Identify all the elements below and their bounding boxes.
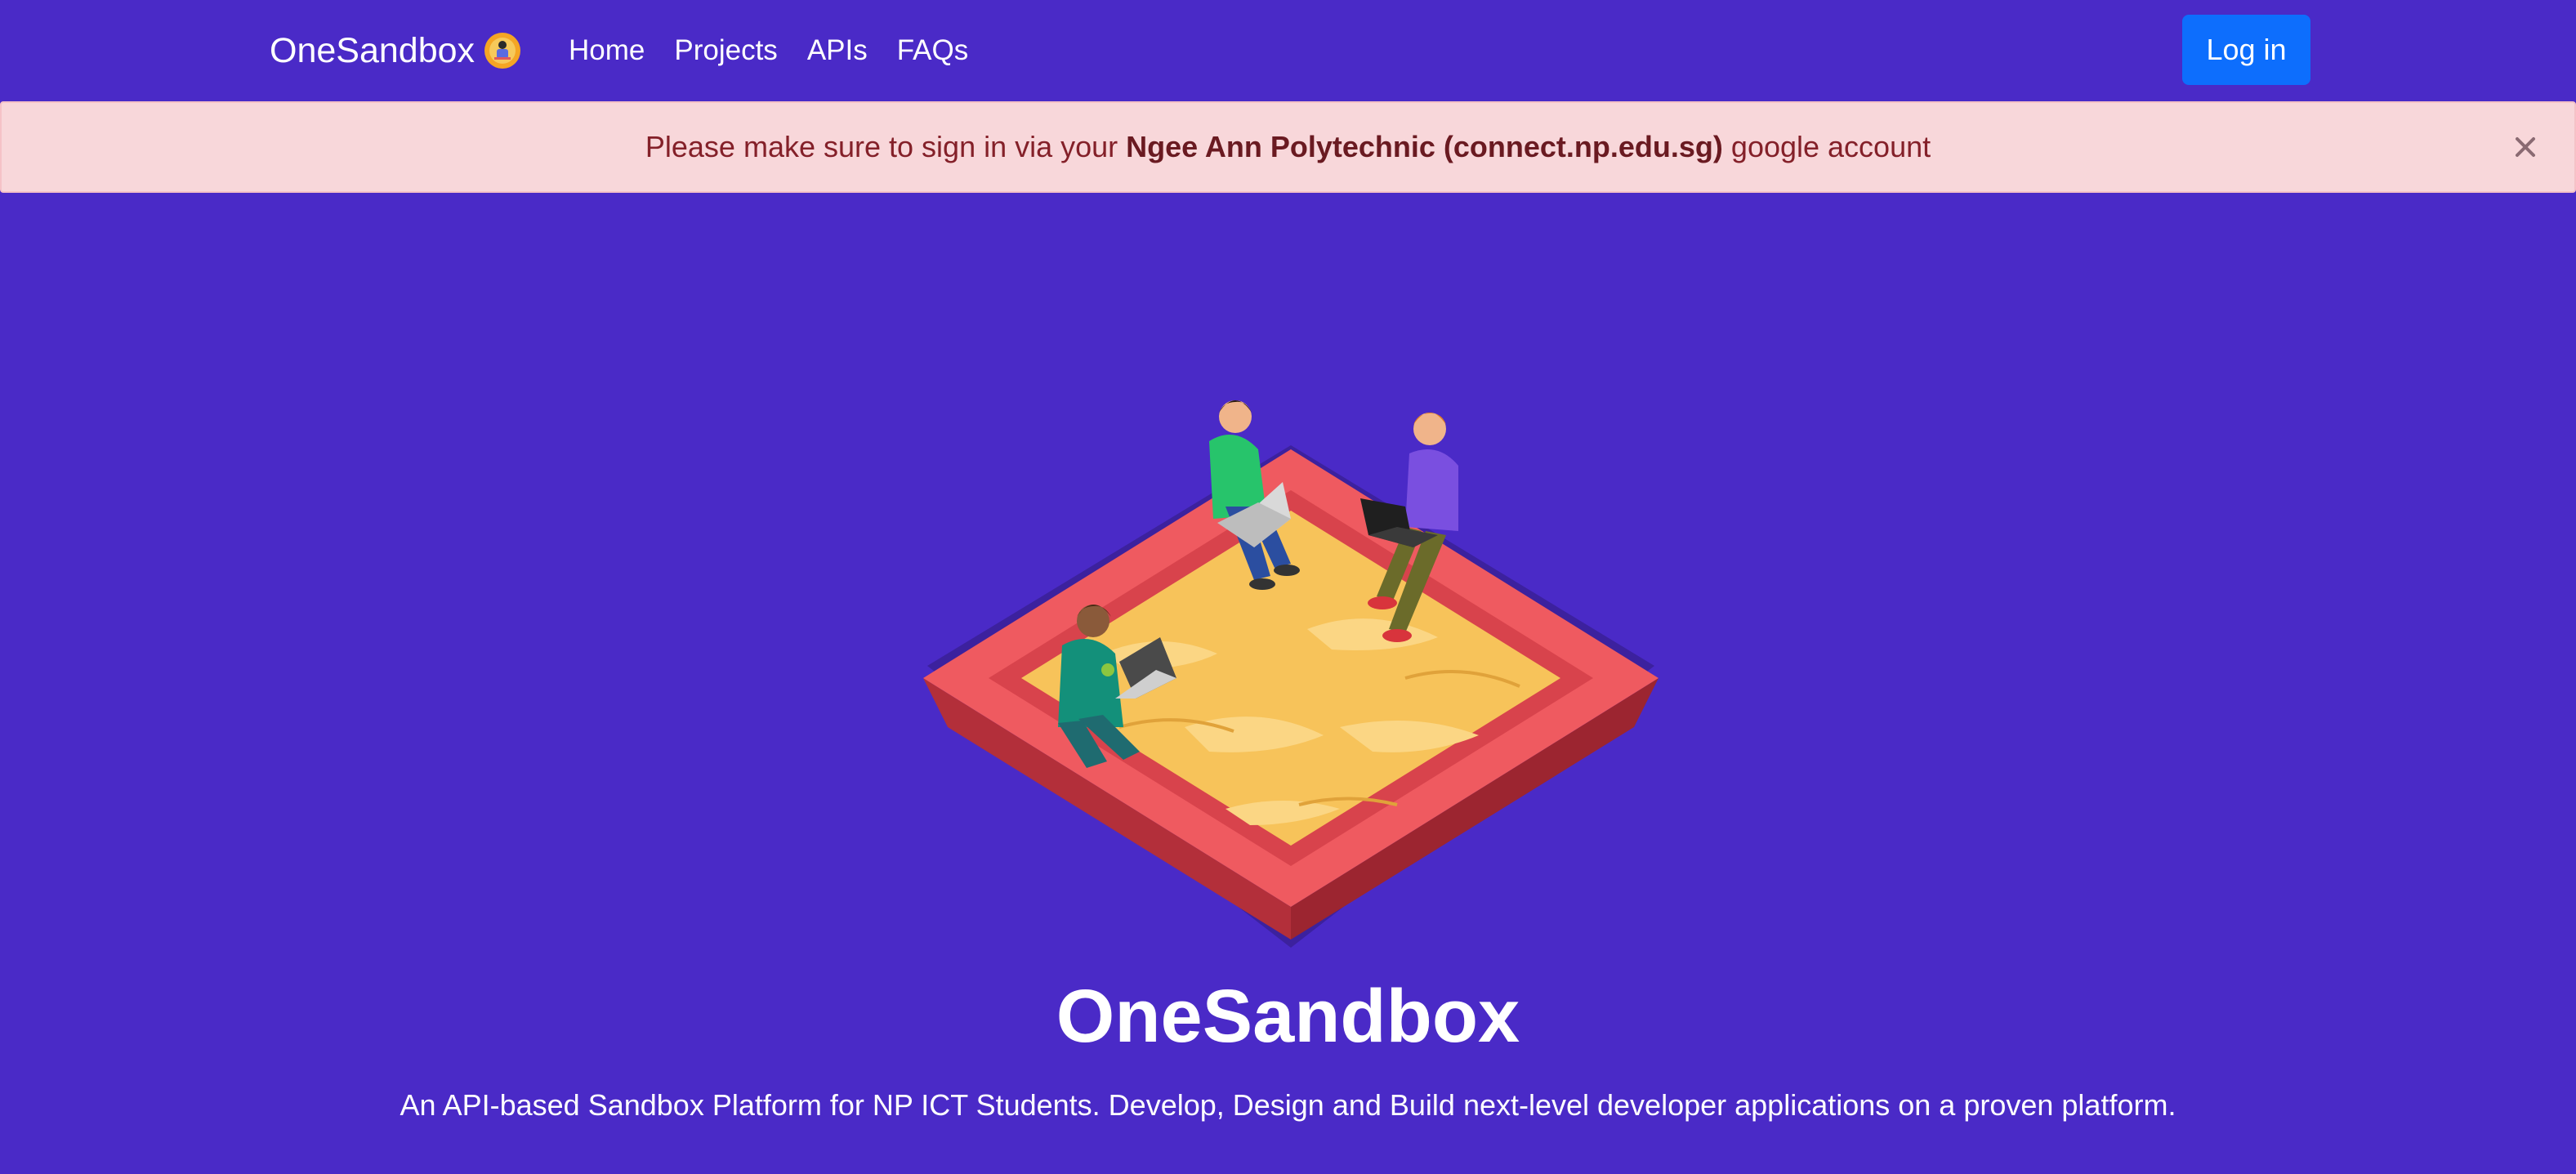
close-icon[interactable] bbox=[2509, 131, 2542, 163]
nav-faqs[interactable]: FAQs bbox=[897, 34, 969, 67]
alert-emphasis: Ngee Ann Polytechnic (connect.np.edu.sg) bbox=[1126, 130, 1723, 163]
nav-home[interactable]: Home bbox=[569, 34, 645, 67]
alert-prefix: Please make sure to sign in via your bbox=[645, 130, 1127, 163]
signin-alert: Please make sure to sign in via your Nge… bbox=[0, 101, 2576, 193]
brand-name: OneSandbox bbox=[270, 30, 475, 70]
login-button[interactable]: Log in bbox=[2182, 15, 2310, 85]
sandbox-logo-icon bbox=[484, 33, 521, 69]
brand-link[interactable]: OneSandbox bbox=[270, 0, 522, 101]
alert-suffix: google account bbox=[1722, 130, 1931, 163]
alert-message: Please make sure to sign in via your Nge… bbox=[645, 130, 1931, 164]
top-navbar: OneSandbox Home Projects APIs FAQs Log i… bbox=[0, 0, 2576, 101]
hero-title: OneSandbox bbox=[1056, 975, 1520, 1058]
hero-subtitle: An API-based Sandbox Platform for NP ICT… bbox=[400, 1088, 2176, 1122]
sandbox-illustration bbox=[923, 400, 1659, 948]
nav-apis[interactable]: APIs bbox=[807, 34, 868, 67]
nav-projects[interactable]: Projects bbox=[674, 34, 777, 67]
nav-links: Home Projects APIs FAQs bbox=[569, 0, 968, 101]
